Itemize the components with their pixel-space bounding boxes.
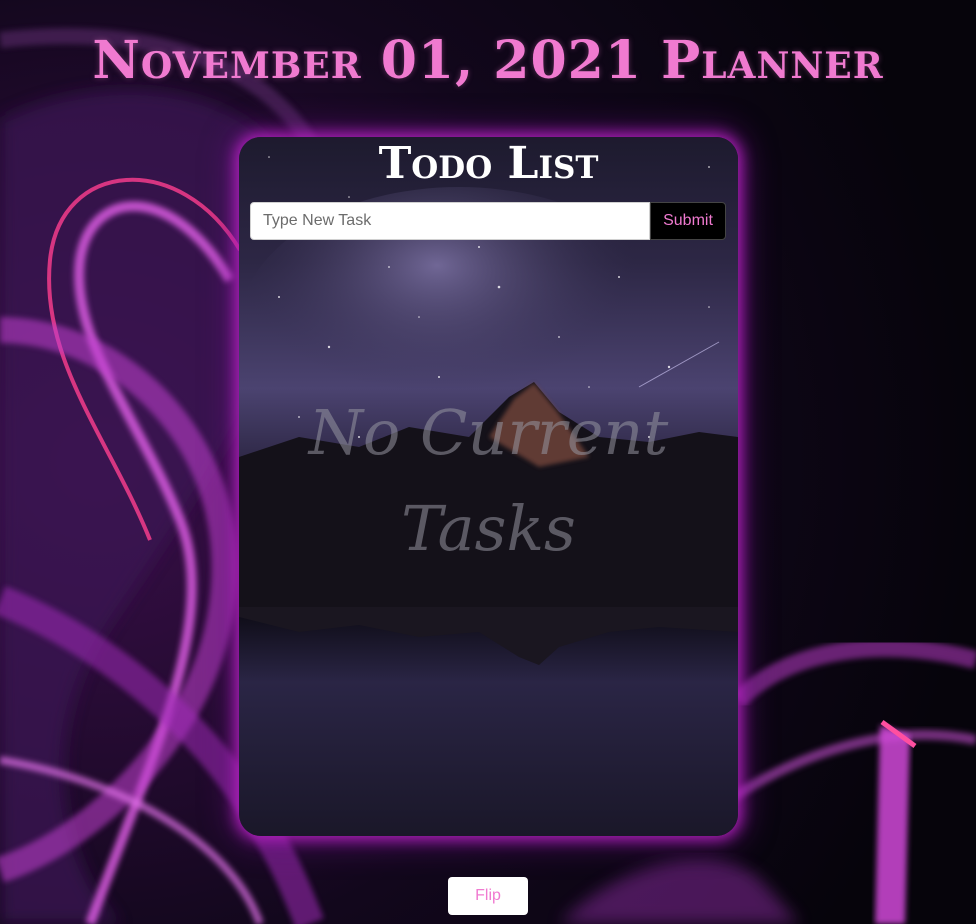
- submit-button[interactable]: Submit: [650, 202, 726, 240]
- flip-button[interactable]: Flip: [448, 877, 528, 915]
- page-title: November 01, 2021 Planner: [92, 30, 884, 91]
- todo-list-title: Todo List: [378, 138, 599, 189]
- new-task-input[interactable]: [250, 202, 650, 240]
- empty-tasks-message: No Current Tasks: [308, 396, 669, 565]
- new-task-form: Submit: [250, 202, 726, 240]
- todo-card: Todo List Submit No Current Tasks: [239, 137, 738, 836]
